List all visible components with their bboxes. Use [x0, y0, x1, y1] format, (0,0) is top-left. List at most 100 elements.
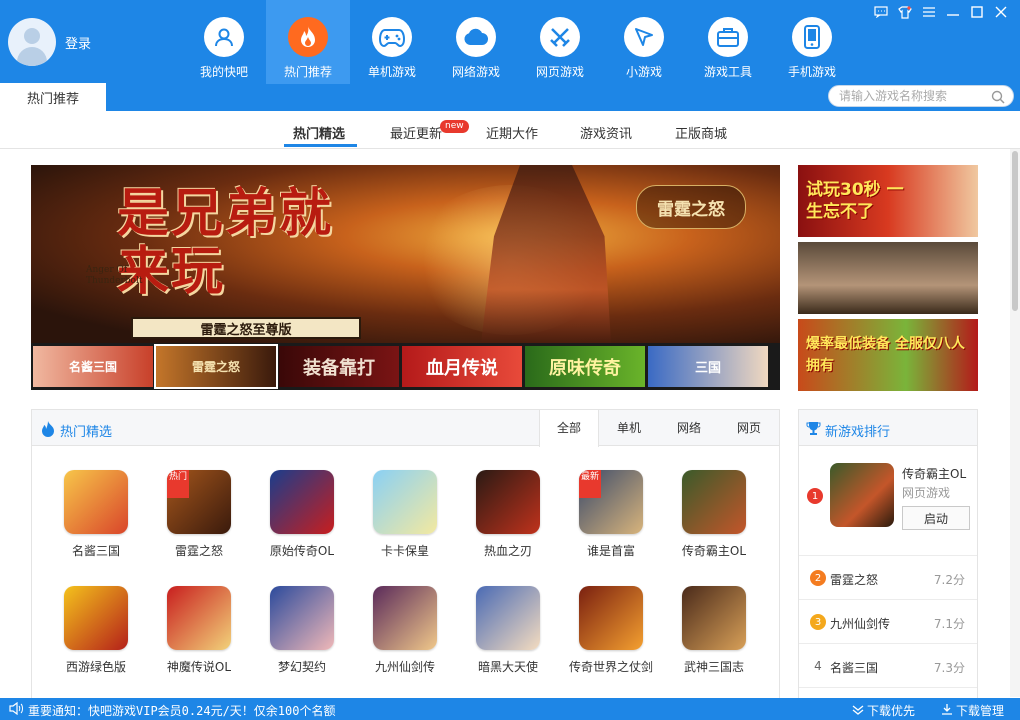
game-icon[interactable] — [476, 586, 540, 650]
game-tile[interactable]: 暗黑大天使 — [458, 586, 558, 675]
message-icon[interactable] — [872, 4, 890, 20]
game-icon[interactable] — [373, 586, 437, 650]
game-icon[interactable] — [64, 586, 128, 650]
banner-thumb[interactable]: 原味传奇 — [525, 346, 645, 387]
game-tile[interactable]: 西游绿色版 — [46, 586, 146, 675]
game-name: 热血之刃 — [483, 544, 532, 558]
banner-artwork[interactable]: 是兄弟就来玩 Anger Of Thunderbolt 雷霆之怒至尊版 雷霆之怒 — [31, 165, 780, 343]
game-tile[interactable]: 热血之刃 — [458, 470, 558, 559]
speaker-icon — [9, 701, 23, 718]
filter-single[interactable]: 单机 — [599, 410, 659, 446]
subtab-official-store[interactable]: 正版商城 — [675, 123, 727, 142]
cloud-icon — [456, 17, 496, 57]
launch-button[interactable]: 启动 — [902, 506, 970, 530]
subtab-hot-picks[interactable]: 热门精选 — [293, 123, 345, 142]
game-name: 武神三国志 — [683, 660, 744, 674]
game-icon[interactable] — [476, 470, 540, 534]
nav-my-kuaiba[interactable]: 我的快吧 — [182, 0, 266, 84]
game-icon[interactable] — [64, 470, 128, 534]
download-priority-button[interactable]: 下载优先 — [852, 702, 915, 719]
minimize-icon[interactable] — [944, 4, 962, 20]
game-tile[interactable]: 最新 谁是首富 — [561, 470, 661, 559]
close-icon[interactable] — [992, 4, 1010, 20]
game-icon[interactable] — [682, 586, 746, 650]
game-icon[interactable] — [270, 586, 334, 650]
filter-web[interactable]: 网页 — [719, 410, 779, 446]
user-avatar[interactable] — [8, 18, 56, 66]
notice-text[interactable]: 重要通知：快吧游戏VIP会员0.24元/天！仅余100个名额 — [28, 702, 335, 719]
banner-thumbnails: 名酱三国 雷霆之怒 装备靠打 血月传说 原味传奇 三国 — [31, 343, 780, 390]
nav-mobile-games[interactable]: 手机游戏 — [770, 0, 854, 84]
banner-thumb[interactable]: 雷霆之怒 — [154, 344, 278, 389]
rank-game-name: 雷霆之怒 — [830, 573, 879, 587]
game-icon[interactable] — [167, 586, 231, 650]
game-tile[interactable]: 传奇霸主OL — [664, 470, 764, 559]
search-input[interactable] — [839, 89, 987, 103]
game-tile[interactable]: 原始传奇OL — [252, 470, 352, 559]
nav-mini-games[interactable]: 小游戏 — [602, 0, 686, 84]
banner-thumb[interactable]: 血月传说 — [402, 346, 522, 387]
game-name: 名酱三国 — [71, 544, 120, 558]
flame-icon — [41, 421, 55, 440]
game-tile[interactable]: 武神三国志 — [664, 586, 764, 675]
game-icon[interactable]: 热门 — [167, 470, 231, 534]
nav-label: 小游戏 — [625, 65, 662, 79]
side-ad-equipment[interactable]: 爆率最低装备 全服仅八人拥有 — [798, 319, 978, 391]
game-tile[interactable]: 梦幻契约 — [252, 586, 352, 675]
banner-ribbon: 雷霆之怒至尊版 — [131, 317, 361, 339]
game-cover[interactable] — [830, 463, 894, 527]
filter-online[interactable]: 网络 — [659, 410, 719, 446]
subtab-recent-updates[interactable]: 最近更新 — [390, 123, 442, 142]
subtab-recent-hits[interactable]: 近期大作 — [486, 123, 538, 142]
download-manage-button[interactable]: 下载管理 — [941, 702, 1004, 719]
game-tile[interactable]: 热门 雷霆之怒 — [149, 470, 249, 559]
subtab-game-news[interactable]: 游戏资讯 — [580, 123, 632, 142]
nav-label: 热门推荐 — [283, 65, 332, 79]
main-nav: 我的快吧 热门推荐 单机游戏 网络游戏 网页游戏 小游戏 游戏工具 手机游戏 — [182, 0, 854, 84]
game-tile[interactable]: 卡卡保皇 — [355, 470, 455, 559]
sub-tabs: 热门精选 最近更新 近期大作 游戏资讯 正版商城 — [0, 111, 1020, 149]
game-icon[interactable] — [270, 470, 334, 534]
ranking-top-item[interactable]: 1 传奇霸主OL 网页游戏 启动 — [799, 446, 977, 556]
game-name: 西游绿色版 — [65, 660, 126, 674]
current-section-tab[interactable]: 热门推荐 — [0, 83, 106, 111]
filter-all[interactable]: 全部 — [539, 410, 599, 447]
banner-thumb[interactable]: 装备靠打 — [279, 346, 399, 387]
game-icon[interactable]: 最新 — [579, 470, 643, 534]
game-tile[interactable]: 神魔传说OL — [149, 586, 249, 675]
game-name: 谁是首富 — [586, 544, 635, 558]
menu-icon[interactable] — [920, 4, 938, 20]
side-ad-character[interactable] — [798, 242, 978, 314]
nav-single-player[interactable]: 单机游戏 — [350, 0, 434, 84]
search-icon[interactable] — [991, 90, 1005, 107]
ranking-row[interactable]: 2 雷霆之怒 7.2分 — [799, 556, 977, 600]
game-icon[interactable] — [579, 586, 643, 650]
game-icon[interactable] — [682, 470, 746, 534]
game-icon[interactable] — [373, 470, 437, 534]
nav-hot-recommend[interactable]: 热门推荐 — [266, 0, 350, 84]
rank-number: 2 — [810, 570, 826, 586]
ranking-title: 新游戏排行 — [825, 425, 891, 440]
crossed-swords-icon — [540, 17, 580, 57]
ranking-row[interactable]: 3 九州仙剑传 7.1分 — [799, 600, 977, 644]
skin-shirt-icon[interactable] — [896, 4, 914, 20]
banner-thumb[interactable]: 三国 — [648, 346, 768, 387]
game-tile[interactable]: 名酱三国 — [46, 470, 146, 559]
nav-web-games[interactable]: 网页游戏 — [518, 0, 602, 84]
side-ad-trial[interactable]: 试玩30秒 一生忘不了 — [798, 165, 978, 237]
game-tile[interactable]: 传奇世界之仗剑 — [561, 586, 661, 675]
ranking-row[interactable]: 4 名酱三国 7.3分 — [799, 644, 977, 688]
nav-online-games[interactable]: 网络游戏 — [434, 0, 518, 84]
ad-text: 试玩30秒 一生忘不了 — [806, 180, 904, 222]
game-tile[interactable]: 九州仙剑传 — [355, 586, 455, 675]
vertical-scrollbar[interactable] — [1010, 149, 1020, 697]
scrollbar-thumb[interactable] — [1012, 151, 1018, 311]
promo-banner[interactable]: 是兄弟就来玩 Anger Of Thunderbolt 雷霆之怒至尊版 雷霆之怒… — [31, 165, 780, 390]
banner-thumb[interactable]: 名酱三国 — [33, 346, 153, 387]
trophy-icon — [806, 421, 821, 439]
nav-game-tools[interactable]: 游戏工具 — [686, 0, 770, 84]
banner-english-title: Anger Of Thunderbolt — [86, 265, 143, 286]
login-link[interactable]: 登录 — [65, 33, 91, 52]
nav-label: 游戏工具 — [703, 65, 752, 79]
maximize-icon[interactable] — [968, 4, 986, 20]
